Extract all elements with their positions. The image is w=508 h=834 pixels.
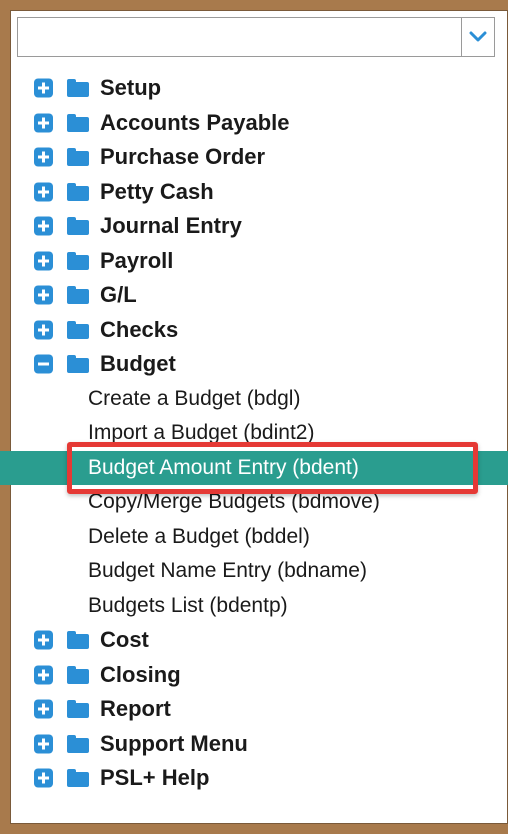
module-dropdown[interactable] bbox=[17, 17, 495, 57]
folder-icon bbox=[67, 251, 89, 270]
expand-plus-icon[interactable] bbox=[34, 699, 53, 719]
expand-plus-icon[interactable] bbox=[34, 734, 53, 754]
tree-item-closing[interactable]: Closing bbox=[0, 658, 508, 693]
expand-plus-icon[interactable] bbox=[34, 630, 53, 650]
menu-item-label: Budgets List (bdentp) bbox=[88, 593, 288, 617]
folder-icon bbox=[67, 182, 89, 201]
expand-plus-icon[interactable] bbox=[34, 768, 53, 788]
menu-tree: Setup Accounts Payable Purchase Order Pe… bbox=[0, 71, 508, 796]
folder-icon bbox=[67, 79, 89, 98]
menu-item-label: Budget Name Entry (bdname) bbox=[88, 559, 367, 583]
tree-item-label: Report bbox=[100, 696, 171, 722]
tree-item-setup[interactable]: Setup bbox=[0, 71, 508, 106]
tree-item-label: PSL+ Help bbox=[100, 765, 210, 791]
tree-item-label: Journal Entry bbox=[100, 213, 242, 239]
expand-plus-icon[interactable] bbox=[34, 320, 53, 340]
folder-icon bbox=[67, 769, 89, 788]
budget-item-amount-entry[interactable]: Budget Amount Entry (bdent) bbox=[0, 450, 508, 485]
folder-icon bbox=[67, 355, 89, 374]
folder-icon bbox=[67, 631, 89, 650]
budget-item-name-entry[interactable]: Budget Name Entry (bdname) bbox=[0, 554, 508, 589]
expand-plus-icon[interactable] bbox=[34, 182, 53, 202]
tree-item-label: G/L bbox=[100, 282, 137, 308]
tree-item-label: Accounts Payable bbox=[100, 109, 290, 135]
tree-item-label: Budget bbox=[100, 351, 176, 377]
tree-item-cost[interactable]: Cost bbox=[0, 623, 508, 658]
expand-plus-icon[interactable] bbox=[34, 251, 53, 271]
tree-item-label: Payroll bbox=[100, 247, 174, 273]
tree-item-label: Cost bbox=[100, 627, 149, 653]
budget-item-import[interactable]: Import a Budget (bdint2) bbox=[0, 416, 508, 451]
chevron-down-icon bbox=[469, 31, 487, 42]
menu-item-label: Copy/Merge Budgets (bdmove) bbox=[88, 490, 380, 514]
tree-item-report[interactable]: Report bbox=[0, 692, 508, 727]
expand-plus-icon[interactable] bbox=[34, 147, 53, 167]
tree-item-accounts-payable[interactable]: Accounts Payable bbox=[0, 106, 508, 141]
expand-plus-icon[interactable] bbox=[34, 113, 53, 133]
collapse-minus-icon[interactable] bbox=[34, 354, 53, 374]
tree-item-support-menu[interactable]: Support Menu bbox=[0, 727, 508, 762]
budget-item-copy-merge[interactable]: Copy/Merge Budgets (bdmove) bbox=[0, 485, 508, 520]
expand-plus-icon[interactable] bbox=[34, 285, 53, 305]
tree-item-label: Setup bbox=[100, 75, 162, 101]
tree-item-petty-cash[interactable]: Petty Cash bbox=[0, 175, 508, 210]
expand-plus-icon[interactable] bbox=[34, 665, 53, 685]
budget-item-delete[interactable]: Delete a Budget (bddel) bbox=[0, 520, 508, 555]
tree-item-label: Support Menu bbox=[100, 730, 248, 756]
expand-plus-icon[interactable] bbox=[34, 78, 53, 98]
menu-item-label: Import a Budget (bdint2) bbox=[88, 421, 315, 445]
tree-item-budget[interactable]: Budget bbox=[0, 347, 508, 382]
tree-item-checks[interactable]: Checks bbox=[0, 313, 508, 348]
expand-plus-icon[interactable] bbox=[34, 216, 53, 236]
tree-item-purchase-order[interactable]: Purchase Order bbox=[0, 140, 508, 175]
tree-item-label: Closing bbox=[100, 661, 181, 687]
menu-item-label: Budget Amount Entry (bdent) bbox=[88, 455, 359, 479]
folder-icon bbox=[67, 700, 89, 719]
budget-item-list[interactable]: Budgets List (bdentp) bbox=[0, 589, 508, 624]
tree-item-journal-entry[interactable]: Journal Entry bbox=[0, 209, 508, 244]
tree-item-psl-help[interactable]: PSL+ Help bbox=[0, 761, 508, 796]
tree-item-gl[interactable]: G/L bbox=[0, 278, 508, 313]
folder-icon bbox=[67, 734, 89, 753]
budget-item-create[interactable]: Create a Budget (bdgl) bbox=[0, 382, 508, 417]
dropdown-button[interactable] bbox=[461, 18, 494, 56]
folder-icon bbox=[67, 217, 89, 236]
tree-item-payroll[interactable]: Payroll bbox=[0, 244, 508, 279]
menu-item-label: Delete a Budget (bddel) bbox=[88, 524, 310, 548]
folder-icon bbox=[67, 113, 89, 132]
folder-icon bbox=[67, 286, 89, 305]
folder-icon bbox=[67, 665, 89, 684]
folder-icon bbox=[67, 320, 89, 339]
tree-item-label: Checks bbox=[100, 316, 179, 342]
tree-item-label: Petty Cash bbox=[100, 178, 214, 204]
folder-icon bbox=[67, 148, 89, 167]
tree-item-label: Purchase Order bbox=[100, 144, 266, 170]
menu-item-label: Create a Budget (bdgl) bbox=[88, 386, 301, 410]
